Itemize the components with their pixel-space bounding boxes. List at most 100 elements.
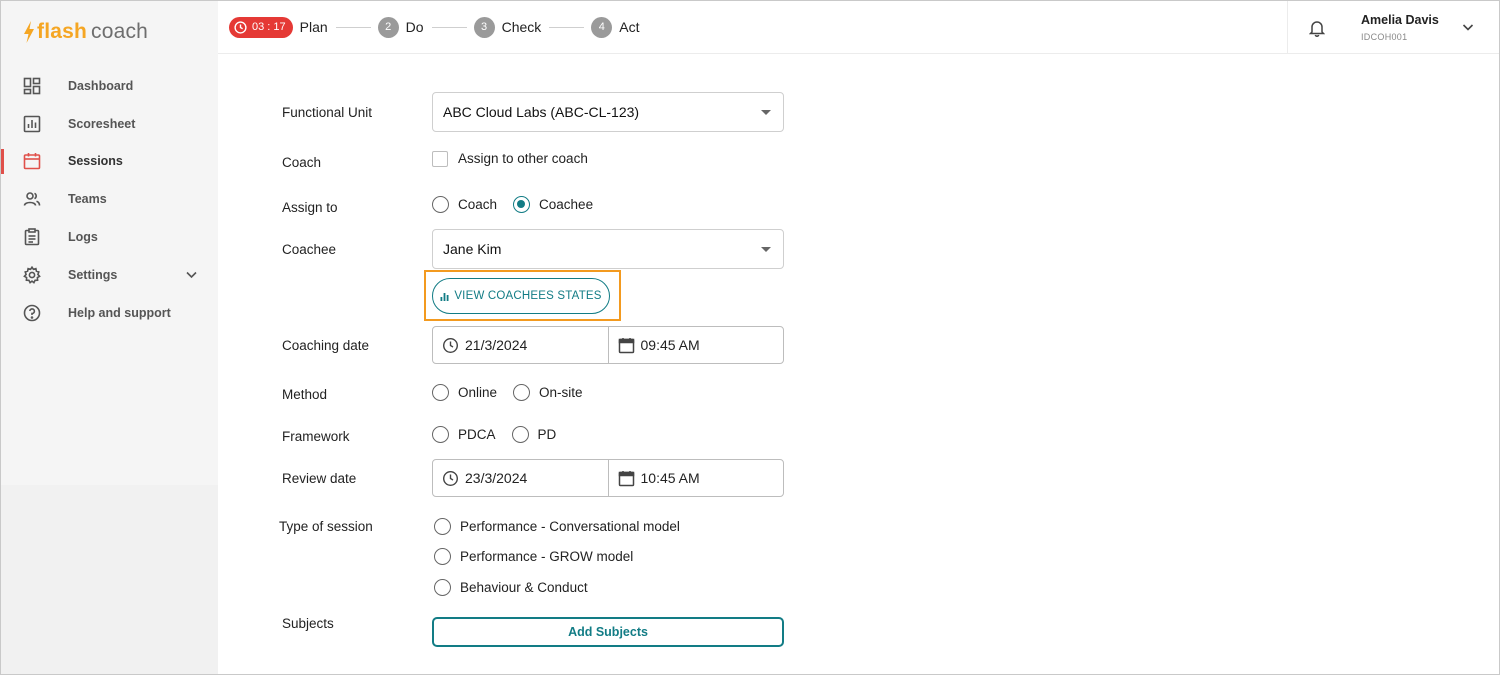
sidebar: flash coach Dashboard Scoresheet Session… [1,1,218,674]
framework-pdca-label[interactable]: PDCA [458,427,496,442]
chevron-down-icon[interactable] [1461,20,1475,34]
sidebar-item-label: Help and support [68,305,171,320]
session-type-label: Type of session [279,519,373,534]
add-subjects-button[interactable]: Add Subjects [432,617,784,647]
sidebar-item-logs[interactable]: Logs [1,218,218,256]
pdca-stepper: 03 : 17 Plan 2 Do 3 Check 4 Act [229,16,640,38]
sidebar-item-dashboard[interactable]: Dashboard [1,67,218,105]
session-type-option-2: Performance - GROW model [434,548,649,565]
view-coachees-states-label: VIEW COACHEES STATES [454,290,602,302]
caret-down-icon [761,247,771,252]
logo-coach-text: coach [91,20,149,43]
sidebar-item-settings[interactable]: Settings [1,256,218,294]
coaching-time-value: 09:45 AM [640,337,700,353]
step-connector [335,26,371,28]
functional-unit-select[interactable]: ABC Cloud Labs (ABC-CL-123) [432,92,784,132]
coachee-label: Coachee [282,242,337,257]
framework-label: Framework [282,429,350,444]
framework-pd-label[interactable]: PD [538,427,557,442]
assign-to-coach-radio[interactable] [432,196,449,213]
calendar-icon [618,470,634,486]
session-timer: 03 : 17 [229,16,293,38]
session-type-conversational-label[interactable]: Performance - Conversational model [460,519,680,534]
sidebar-lower-panel [1,485,218,674]
step-act-number[interactable]: 4 [591,16,613,38]
coaching-date-picker: 21/3/2024 09:45 AM [432,326,784,364]
session-type-behaviour-radio[interactable] [434,579,451,596]
sidebar-item-label: Dashboard [68,78,134,93]
sidebar-item-label: Logs [68,230,98,245]
bell-icon[interactable] [1309,19,1325,37]
chevron-down-icon[interactable] [185,268,198,281]
clipboard-icon [23,228,41,246]
framework-pdca-radio[interactable] [432,426,449,443]
framework-pd-radio[interactable] [511,426,529,443]
app-logo[interactable]: flash coach [23,20,148,44]
coachee-value: Jane Kim [443,241,502,257]
sidebar-nav: Dashboard Scoresheet Sessions Teams Logs… [1,67,218,332]
step-do-label[interactable]: Do [406,19,424,35]
session-type-grow-label[interactable]: Performance - GROW model [460,549,633,564]
calendar-icon [618,337,634,353]
method-radio-group: Online On-site [432,384,599,401]
review-date-value: 23/3/2024 [465,470,528,486]
assign-other-coach-checkbox[interactable] [432,151,448,167]
coachee-select[interactable]: Jane Kim [432,229,784,269]
step-do-number[interactable]: 2 [377,16,399,38]
caret-down-icon [761,110,771,115]
clock-icon [442,470,459,486]
sidebar-item-scoresheet[interactable]: Scoresheet [1,105,218,143]
session-type-grow-radio[interactable] [434,548,451,565]
assign-to-coachee-radio[interactable] [513,196,531,213]
sidebar-item-label: Sessions [68,154,123,169]
review-date-input[interactable]: 23/3/2024 [433,460,609,496]
sidebar-item-teams[interactable]: Teams [1,180,218,218]
assign-to-radio-group: Coach Coachee [432,196,609,213]
assign-to-coachee-label[interactable]: Coachee [539,197,593,212]
review-date-label: Review date [282,471,357,486]
user-id: IDCOH001 [1361,32,1408,42]
functional-unit-label: Functional Unit [282,105,373,120]
step-check-label[interactable]: Check [502,19,542,35]
scoresheet-icon [23,115,41,133]
assign-to-coach-label[interactable]: Coach [458,197,497,212]
top-bar: 03 : 17 Plan 2 Do 3 Check 4 Act Amelia D… [218,1,1499,54]
teams-icon [23,190,41,208]
timer-value: 03 : 17 [252,21,286,33]
method-online-label[interactable]: Online [458,385,497,400]
review-time-value: 10:45 AM [640,470,700,486]
calendar-icon [23,152,41,170]
framework-radio-group: PDCA PD [432,426,572,443]
session-type-conversational-radio[interactable] [434,518,451,535]
method-online-radio[interactable] [432,384,449,401]
step-act-label[interactable]: Act [619,19,639,35]
bolt-icon [24,21,34,43]
session-type-behaviour-label[interactable]: Behaviour & Conduct [460,580,588,595]
step-plan-label[interactable]: Plan [300,19,328,35]
review-time-input[interactable]: 10:45 AM [609,460,784,496]
assign-other-coach-label[interactable]: Assign to other coach [458,151,588,166]
method-onsite-label[interactable]: On-site [539,385,583,400]
help-icon [23,304,41,322]
step-connector [549,26,585,28]
view-coachees-states-button[interactable]: VIEW COACHEES STATES [432,278,610,314]
step-connector [431,26,467,28]
clock-icon [442,337,459,353]
method-onsite-radio[interactable] [513,384,531,401]
app-window: flash coach Dashboard Scoresheet Session… [0,0,1500,675]
coaching-date-input[interactable]: 21/3/2024 [433,327,609,363]
gear-icon [23,265,41,284]
bar-chart-icon [440,292,449,301]
sidebar-item-sessions[interactable]: Sessions [1,143,218,181]
coaching-date-value: 21/3/2024 [465,337,528,353]
user-profile[interactable]: Amelia Davis IDCOH001 [1361,13,1439,42]
topbar-divider [1287,1,1288,54]
assign-to-label: Assign to [282,200,338,215]
clock-icon [234,20,247,34]
logo-flash-text: flash [37,20,88,43]
step-check-number[interactable]: 3 [473,16,495,38]
method-label: Method [282,387,328,402]
coaching-time-input[interactable]: 09:45 AM [609,327,784,363]
sidebar-item-help[interactable]: Help and support [1,294,218,332]
coach-label: Coach [282,155,322,170]
